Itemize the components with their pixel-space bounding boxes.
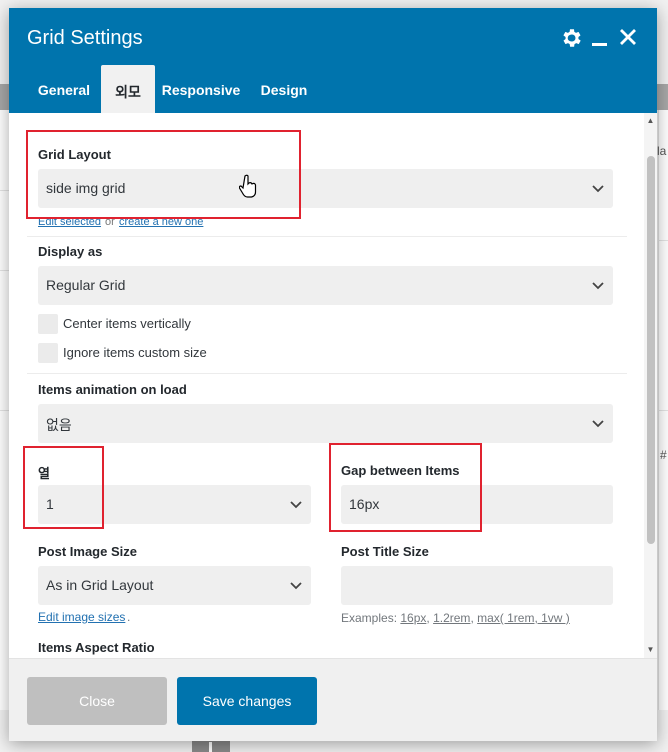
background-toolbar-strip bbox=[656, 84, 668, 110]
display-as-select[interactable]: Regular Grid bbox=[38, 266, 613, 305]
section-divider bbox=[27, 236, 627, 237]
hint-example-3: max( 1rem, 1vw ) bbox=[477, 611, 570, 625]
hint-prefix: Examples: bbox=[341, 611, 398, 625]
background-add-button bbox=[192, 740, 230, 752]
chevron-down-icon bbox=[592, 282, 604, 290]
close-button[interactable]: Close bbox=[27, 677, 167, 725]
animation-label: Items animation on load bbox=[38, 382, 187, 397]
edit-image-sizes-link[interactable]: Edit image sizes bbox=[38, 610, 125, 624]
minimize-icon[interactable] bbox=[589, 26, 613, 50]
background-edge-text: # bbox=[660, 448, 667, 462]
background-divider bbox=[658, 240, 668, 241]
post-title-size-input[interactable] bbox=[341, 566, 613, 605]
hint-example-2: 1.2rem bbox=[433, 611, 471, 625]
modal-footer: Close Save changes bbox=[9, 658, 657, 741]
annotation-highlight-box bbox=[329, 443, 482, 532]
modal-title: Grid Settings bbox=[27, 27, 143, 49]
center-vertically-checkbox[interactable] bbox=[38, 314, 58, 334]
post-title-size-hint: Examples: 16px, 1.2rem, max( 1rem, 1vw ) bbox=[341, 611, 570, 625]
post-image-size-select[interactable]: As in Grid Layout bbox=[38, 566, 311, 605]
tab-general[interactable]: General bbox=[27, 65, 101, 113]
annotation-highlight-box bbox=[23, 446, 104, 529]
display-as-value: Regular Grid bbox=[46, 277, 126, 293]
animation-select[interactable]: 없음 bbox=[38, 404, 613, 443]
tab-responsive[interactable]: Responsive bbox=[159, 65, 243, 113]
background-divider bbox=[658, 410, 668, 411]
background-edge-text: la bbox=[657, 144, 667, 158]
tab-appearance[interactable]: 외모 bbox=[101, 65, 155, 113]
close-icon[interactable] bbox=[617, 26, 641, 50]
post-image-size-label: Post Image Size bbox=[38, 544, 137, 559]
chevron-down-icon bbox=[592, 185, 604, 193]
aspect-ratio-label: Items Aspect Ratio bbox=[38, 640, 155, 655]
hand-pointer-icon bbox=[239, 174, 257, 198]
link-suffix: . bbox=[127, 610, 131, 624]
post-image-size-value: As in Grid Layout bbox=[46, 577, 154, 593]
center-vertically-label: Center items vertically bbox=[63, 316, 191, 331]
ignore-custom-size-label: Ignore items custom size bbox=[63, 345, 207, 360]
chevron-down-icon bbox=[290, 582, 302, 590]
grid-settings-modal: Grid Settings General 외모 Responsive Desi… bbox=[9, 8, 657, 741]
section-divider bbox=[27, 373, 627, 374]
tab-design[interactable]: Design bbox=[255, 65, 313, 113]
scroll-down-arrow-icon[interactable]: ▼ bbox=[644, 644, 657, 656]
display-as-label: Display as bbox=[38, 244, 103, 259]
save-changes-button[interactable]: Save changes bbox=[177, 677, 317, 725]
modal-header: Grid Settings General 외모 Responsive Desi… bbox=[9, 8, 657, 113]
scrollbar-thumb[interactable] bbox=[647, 156, 655, 544]
hint-example-1: 16px bbox=[400, 611, 427, 625]
settings-body: Grid Layout side img grid Edit selected … bbox=[9, 113, 657, 658]
post-title-size-label: Post Title Size bbox=[341, 544, 429, 559]
scrollbar[interactable]: ▲ ▼ bbox=[644, 113, 657, 658]
chevron-down-icon bbox=[290, 501, 302, 509]
chevron-down-icon bbox=[592, 420, 604, 428]
ignore-custom-size-checkbox[interactable] bbox=[38, 343, 58, 363]
annotation-highlight-box bbox=[26, 130, 301, 219]
scroll-up-arrow-icon[interactable]: ▲ bbox=[644, 115, 657, 127]
animation-value: 없음 bbox=[46, 417, 72, 433]
gear-icon[interactable] bbox=[559, 26, 583, 50]
